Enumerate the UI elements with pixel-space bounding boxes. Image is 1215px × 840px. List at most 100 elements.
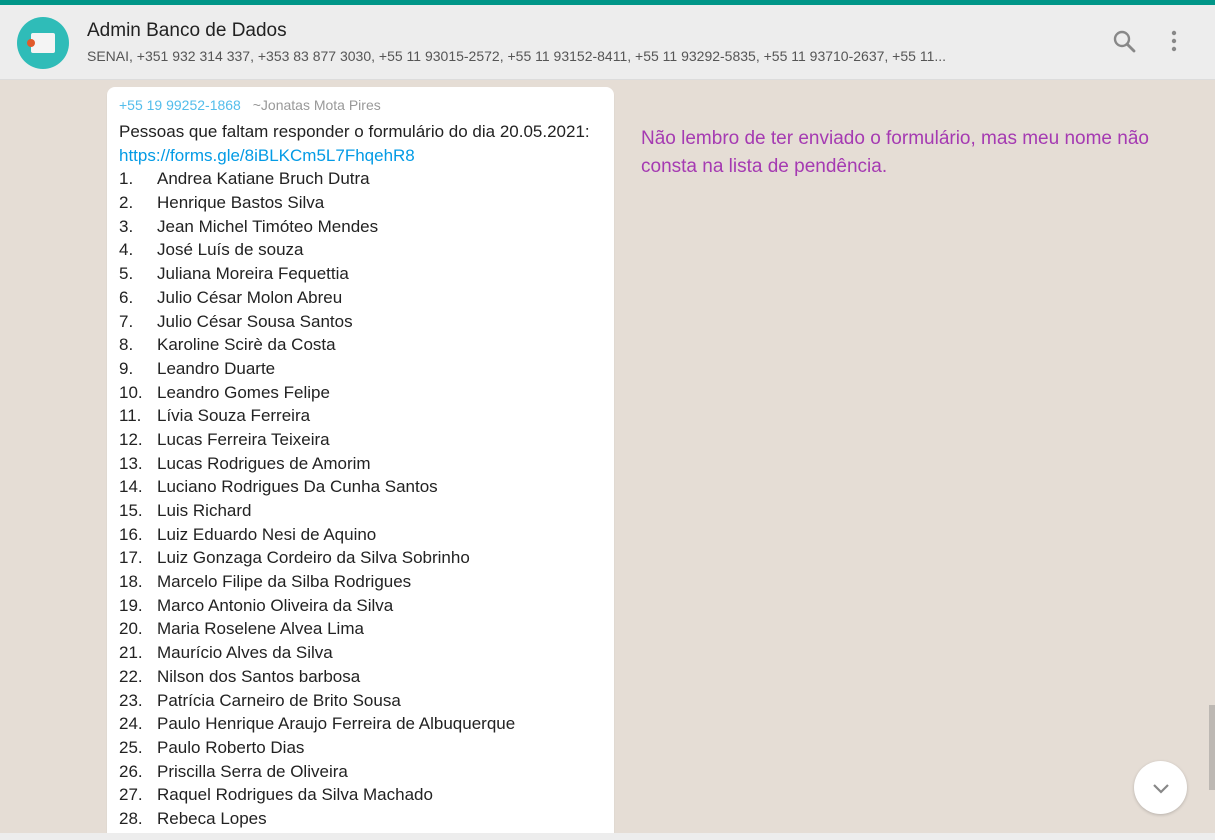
list-number: 3. (119, 216, 134, 236)
group-avatar[interactable] (17, 17, 69, 69)
list-name: Julio César Molon Abreu (157, 287, 343, 307)
bottom-bar (0, 833, 1215, 840)
form-link[interactable]: https://forms.gle/8iBLKCm5L7FhqehR8 (119, 146, 415, 165)
scrollbar[interactable] (1209, 705, 1215, 790)
list-name: Lívia Souza Ferreira (157, 406, 311, 426)
sender-name: ~Jonatas Mota Pires (252, 97, 381, 113)
list-name: Paulo Roberto Dias (157, 737, 305, 757)
group-title[interactable]: Admin Banco de Dados (87, 20, 287, 42)
list-item: 4. José Luís de souza (119, 238, 602, 262)
list-item: 26. Priscilla Serra de Oliveira (119, 760, 602, 784)
list-item: 3. Jean Michel Timóteo Mendes (119, 215, 602, 239)
list-number: 5. (119, 264, 134, 284)
list-item: 2. Henrique Bastos Silva (119, 191, 602, 215)
list-name: Maurício Alves da Silva (157, 643, 333, 663)
list-number: 10. (119, 382, 143, 402)
list-name: José Luís de souza (157, 240, 304, 260)
list-number: 9. (119, 358, 134, 378)
chevron-down-icon (1152, 783, 1169, 794)
list-name: Paulo Henrique Araujo Ferreira de Albuqu… (157, 714, 516, 734)
group-participants: SENAI, +351 932 314 337, +353 83 877 303… (87, 48, 947, 64)
list-number: 20. (119, 619, 143, 639)
list-number: 4. (119, 240, 134, 260)
menu-icon[interactable] (1159, 27, 1189, 57)
list-name: Lucas Ferreira Teixeira (157, 429, 330, 449)
list-item: 18. Marcelo Filipe da Silba Rodrigues (119, 570, 602, 594)
list-item: 19. Marco Antonio Oliveira da Silva (119, 594, 602, 618)
list-number: 26. (119, 761, 143, 781)
list-number: 13. (119, 453, 143, 473)
list-number: 15. (119, 501, 143, 521)
list-name: Leandro Duarte (157, 358, 276, 378)
list-number: 23. (119, 690, 143, 710)
list-item: 21. Maurício Alves da Silva (119, 641, 602, 665)
list-name: Lucas Rodrigues de Amorim (157, 453, 371, 473)
list-number: 14. (119, 477, 143, 497)
list-name: Luiz Eduardo Nesi de Aquino (157, 524, 377, 544)
list-number: 1. (119, 169, 134, 189)
list-name: Maria Roselene Alvea Lima (157, 619, 364, 639)
list-number: 11. (119, 406, 142, 426)
pending-list: 1. Andrea Katiane Bruch Dutra 2. Henrique B… (119, 167, 602, 830)
list-number: 17. (119, 548, 143, 568)
list-number: 2. (119, 193, 134, 213)
list-name: Karoline Scirè da Costa (157, 335, 336, 355)
list-item: 16. Luiz Eduardo Nesi de Aquino (119, 523, 602, 547)
list-item: 13. Lucas Rodrigues de Amorim (119, 452, 602, 476)
list-name: Luiz Gonzaga Cordeiro da Silva Sobrinho (157, 548, 470, 568)
list-name: Nilson dos Santos barbosa (157, 666, 361, 686)
list-item: 14. Luciano Rodrigues Da Cunha Santos (119, 475, 602, 499)
list-item: 20. Maria Roselene Alvea Lima (119, 617, 602, 641)
list-item: 5. Juliana Moreira Fequettia (119, 262, 602, 286)
list-name: Henrique Bastos Silva (157, 193, 325, 213)
list-name: Andrea Katiane Bruch Dutra (157, 169, 370, 189)
list-item: 17. Luiz Gonzaga Cordeiro da Silva Sobrin… (119, 546, 602, 570)
list-name: Rebeca Lopes (157, 808, 267, 828)
list-number: 22. (119, 666, 143, 686)
list-name: Jean Michel Timóteo Mendes (157, 216, 379, 236)
list-name: Luciano Rodrigues Da Cunha Santos (157, 477, 438, 497)
list-item: 23. Patrícia Carneiro de Brito Sousa (119, 689, 602, 713)
list-number: 16. (119, 524, 143, 544)
scroll-down-button[interactable] (1134, 761, 1187, 814)
list-number: 21. (119, 643, 143, 663)
list-number: 6. (119, 287, 134, 307)
list-item: 12. Lucas Ferreira Teixeira (119, 428, 602, 452)
annotation-text: Não lembro de ter enviado o formulário, … (641, 128, 1149, 177)
list-item: 8. Karoline Scirè da Costa (119, 333, 602, 357)
list-item: 15. Luis Richard (119, 499, 602, 523)
list-name: Raquel Rodrigues da Silva Machado (157, 785, 433, 805)
list-name: Marco Antonio Oliveira da Silva (157, 595, 394, 615)
list-name: Marcelo Filipe da Silba Rodrigues (157, 572, 412, 592)
list-number: 19. (119, 595, 143, 615)
message-sender: +55 19 99252-1868 ~Jonatas Mota Pires (119, 97, 602, 120)
list-name: Julio César Sousa Santos (157, 311, 353, 331)
list-item: 7. Julio César Sousa Santos (119, 310, 602, 334)
chat-header[interactable]: Admin Banco de Dados SENAI, +351 932 314… (0, 5, 1215, 80)
list-name: Luis Richard (157, 501, 252, 521)
list-item: 27. Raquel Rodrigues da Silva Machado (119, 783, 602, 807)
list-number: 8. (119, 335, 134, 355)
list-name: Patrícia Carneiro de Brito Sousa (157, 690, 401, 710)
search-icon[interactable] (1109, 27, 1139, 57)
sender-phone[interactable]: +55 19 99252-1868 (119, 97, 241, 113)
list-number: 12. (119, 429, 143, 449)
list-name: Priscilla Serra de Oliveira (157, 761, 348, 781)
message-intro: Pessoas que faltam responder o formulári… (119, 122, 590, 141)
list-number: 28. (119, 808, 143, 828)
list-number: 7. (119, 311, 134, 331)
chat-area: +55 19 99252-1868 ~Jonatas Mota Pires Pe… (0, 81, 1215, 833)
list-item: 28. Rebeca Lopes (119, 807, 602, 831)
list-item: 6. Julio César Molon Abreu (119, 286, 602, 310)
list-item: 10. Leandro Gomes Felipe (119, 381, 602, 405)
list-item: 11. Lívia Souza Ferreira (119, 404, 602, 428)
list-number: 18. (119, 572, 143, 592)
list-number: 27. (119, 785, 143, 805)
list-item: 1. Andrea Katiane Bruch Dutra (119, 167, 602, 191)
list-item: 22. Nilson dos Santos barbosa (119, 665, 602, 689)
message-bubble: +55 19 99252-1868 ~Jonatas Mota Pires Pe… (107, 87, 614, 833)
list-item: 9. Leandro Duarte (119, 357, 602, 381)
list-item: 25. Paulo Roberto Dias (119, 736, 602, 760)
list-number: 24. (119, 714, 143, 734)
list-item: 24. Paulo Henrique Araujo Ferreira de Alb… (119, 712, 602, 736)
